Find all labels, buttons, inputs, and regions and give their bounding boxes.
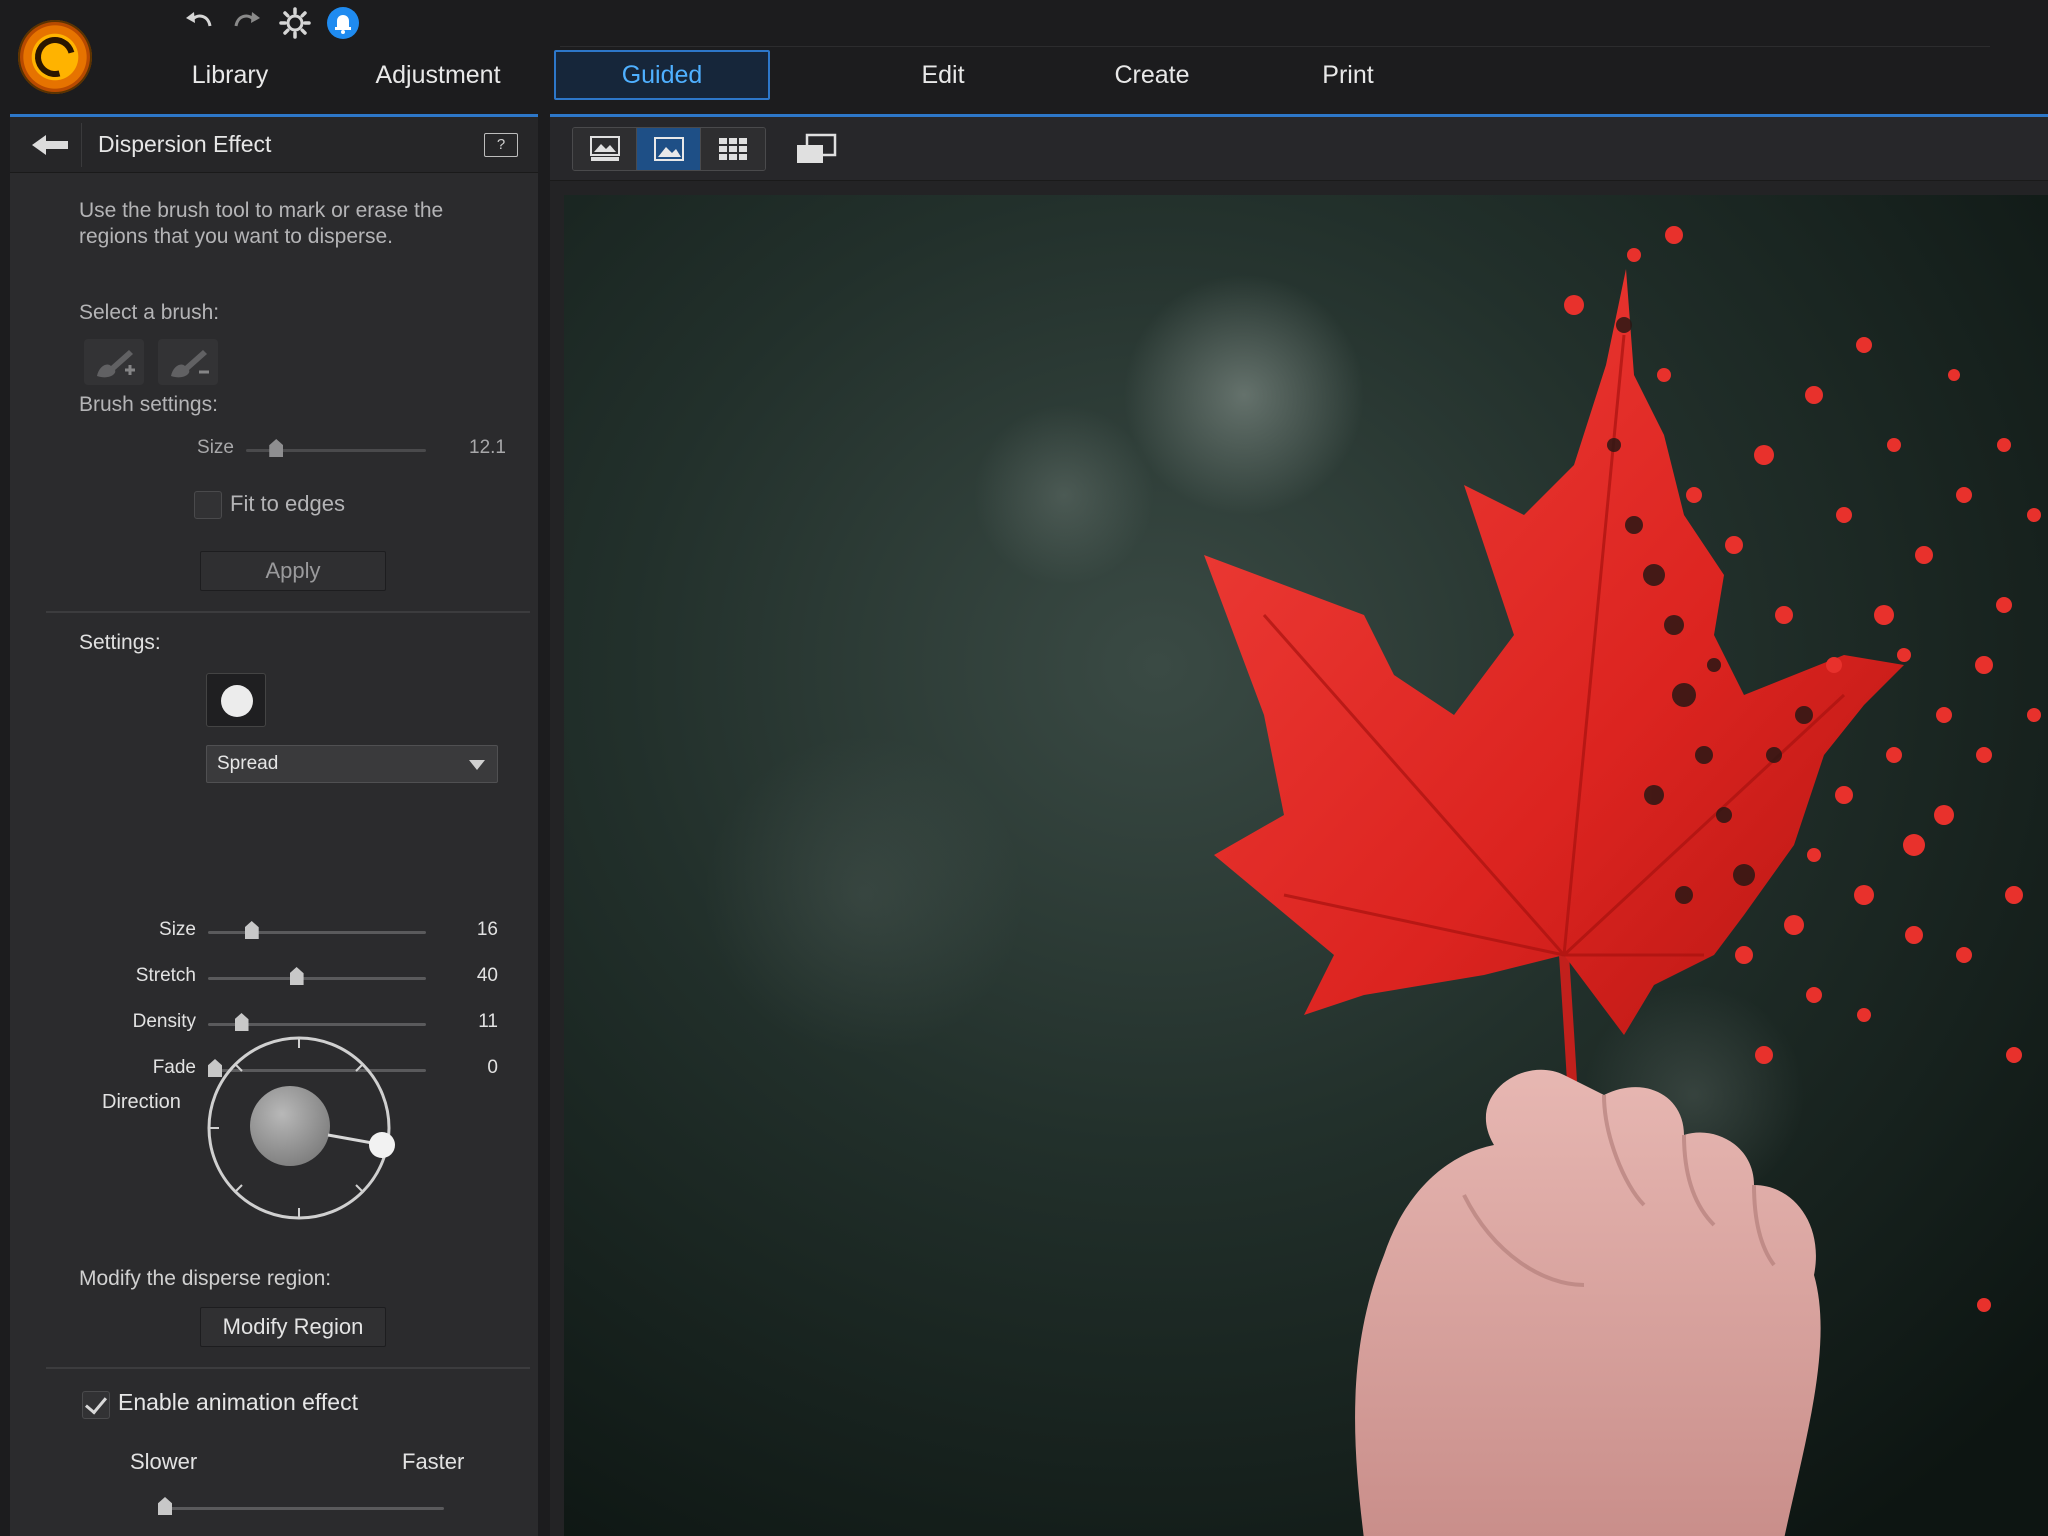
back-arrow-icon [31, 135, 68, 155]
brush-settings-label: Brush settings: [79, 393, 218, 416]
top-bar: Library Adjustment Guided Edit Create Pr… [0, 0, 2048, 112]
redo-icon[interactable] [230, 6, 264, 40]
panel-title: Dispersion Effect [98, 131, 272, 157]
view-mode-group [572, 127, 766, 171]
size-thumb[interactable] [244, 921, 259, 939]
fit-to-edges-label: Fit to edges [230, 491, 345, 516]
apply-button[interactable]: Apply [200, 551, 386, 591]
app-logo-icon [18, 20, 92, 94]
top-bar-divider [560, 46, 1990, 47]
grid-view-icon [719, 138, 747, 160]
help-button[interactable]: ? [484, 133, 518, 157]
modify-region-button[interactable]: Modify Region [200, 1307, 386, 1347]
brush-size-thumb[interactable] [269, 439, 284, 457]
direction-knob [250, 1086, 330, 1166]
stretch-slider[interactable]: Stretch 40 [136, 963, 508, 993]
density-value: 11 [478, 1011, 498, 1032]
view-grid-button[interactable] [701, 128, 765, 170]
thumbnail-view-icon [589, 136, 620, 161]
erase-brush-button[interactable] [158, 339, 218, 385]
direction-label: Direction [102, 1091, 181, 1113]
stretch-thumb[interactable] [289, 967, 304, 985]
maple-leaf-photo [564, 195, 2048, 1536]
help-icon: ? [496, 136, 506, 153]
tab-library[interactable]: Library [160, 50, 300, 100]
instructions-line-2: regions that you want to disperse. [79, 225, 394, 248]
fade-value: 0 [487, 1057, 498, 1078]
fade-label: Fade [152, 1057, 196, 1078]
tab-print[interactable]: Print [1288, 50, 1408, 100]
brush-erase-icon [171, 350, 209, 378]
stretch-label: Stretch [135, 965, 196, 986]
modify-region-prompt: Modify the disperse region: [79, 1267, 332, 1290]
add-brush-button[interactable] [84, 339, 144, 385]
view-toolbar [550, 117, 2048, 181]
brush-size-slider[interactable]: Size 12.1 [197, 435, 508, 465]
direction-handle[interactable] [369, 1132, 395, 1158]
fit-to-edges-checkbox[interactable] [194, 491, 222, 519]
tab-guided[interactable]: Guided [554, 50, 770, 100]
dispersion-effect-panel: Dispersion Effect ? Use the brush tool t… [10, 114, 538, 1536]
dispersion-shape-preset[interactable] [206, 673, 266, 727]
direction-dial[interactable] [202, 1031, 396, 1225]
size-slider[interactable]: Size 16 [159, 917, 508, 947]
brush-add-icon [97, 350, 135, 378]
faster-label: Faster [402, 1449, 465, 1474]
brush-size-value: 12.1 [469, 437, 506, 458]
tab-edit[interactable]: Edit [878, 50, 1008, 100]
compare-view-icon [797, 133, 837, 163]
view-single-button[interactable] [637, 128, 701, 170]
tab-create[interactable]: Create [1072, 50, 1232, 100]
size-label: Size [159, 919, 196, 940]
tab-adjustment[interactable]: Adjustment [348, 50, 528, 100]
spread-select-value: Spread [217, 753, 279, 774]
divider [46, 1367, 530, 1369]
brush-size-label: Size [197, 437, 234, 458]
size-value: 16 [476, 919, 498, 940]
density-thumb[interactable] [234, 1013, 249, 1031]
view-thumbnail-button[interactable] [573, 128, 637, 170]
instructions-line-1: Use the brush tool to mark or erase the [79, 199, 444, 222]
photo-canvas[interactable] [564, 195, 2048, 1536]
stretch-value: 40 [476, 965, 498, 986]
image-viewer [550, 114, 2048, 1536]
enable-animation-checkbox[interactable] [82, 1391, 110, 1419]
panel-header: Dispersion Effect ? [10, 117, 538, 173]
compare-button[interactable] [792, 129, 840, 169]
circle-shape-icon [221, 685, 253, 717]
settings-gear-icon[interactable] [278, 6, 312, 40]
settings-label: Settings: [79, 631, 161, 654]
animation-speed-slider[interactable] [158, 1493, 458, 1523]
quick-actions [182, 4, 360, 42]
single-image-view-icon [653, 137, 684, 161]
slower-label: Slower [130, 1449, 198, 1474]
animation-speed-thumb[interactable] [158, 1497, 172, 1515]
density-label: Density [132, 1011, 196, 1032]
spread-select[interactable]: Spread [206, 745, 498, 783]
back-button[interactable] [18, 123, 82, 167]
notification-bell-icon[interactable] [326, 6, 360, 40]
chevron-down-icon [469, 760, 485, 770]
enable-animation-label: Enable animation effect [118, 1389, 358, 1415]
undo-icon[interactable] [182, 6, 216, 40]
select-brush-label: Select a brush: [79, 301, 220, 324]
divider [46, 611, 530, 613]
